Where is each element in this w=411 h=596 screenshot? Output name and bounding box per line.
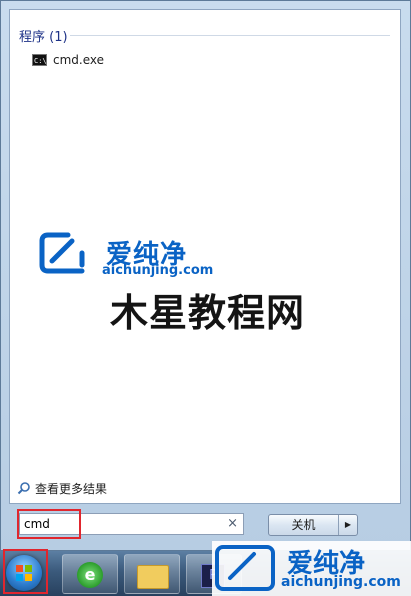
programs-group-header: 程序 (1) (19, 30, 68, 45)
search-results-pane: 程序 (1) C:\ cmd.exe 爱纯净 aichunjing.com 木星… (9, 9, 401, 504)
see-more-label: 查看更多结果 (35, 481, 108, 496)
start-button[interactable] (6, 555, 42, 591)
search-input[interactable] (24, 516, 224, 532)
search-box[interactable]: × (19, 513, 244, 535)
clear-search-icon[interactable]: × (227, 516, 238, 531)
magnifier-icon (17, 482, 30, 495)
taskbar-file-explorer[interactable] (124, 554, 180, 594)
watermark-domain: aichunjing.com (281, 574, 401, 590)
watermark-logo-icon (39, 232, 85, 274)
group-divider (70, 35, 390, 36)
folder-icon (137, 565, 169, 589)
taskbar-internet-explorer[interactable]: e (62, 554, 118, 594)
result-label: cmd.exe (53, 53, 105, 67)
watermark-logo-icon (215, 545, 275, 591)
result-cmd-exe[interactable]: C:\ cmd.exe (28, 50, 108, 70)
see-more-results-link[interactable]: 查看更多结果 (17, 480, 107, 496)
internet-explorer-icon: e (77, 562, 103, 588)
windows-logo-icon (16, 565, 32, 581)
watermark-overlay-text: 木星教程网 (110, 291, 306, 335)
shutdown-button-group: 关机 ▶ (268, 514, 358, 536)
start-menu: 程序 (1) C:\ cmd.exe 爱纯净 aichunjing.com 木星… (0, 0, 411, 551)
watermark-domain: aichunjing.com (102, 263, 214, 278)
shutdown-button[interactable]: 关机 (269, 515, 338, 535)
shutdown-options-arrow-icon[interactable]: ▶ (338, 515, 357, 535)
watermark-badge: 爱纯净 aichunjing.com (212, 541, 411, 596)
command-prompt-icon: C:\ (32, 54, 47, 66)
